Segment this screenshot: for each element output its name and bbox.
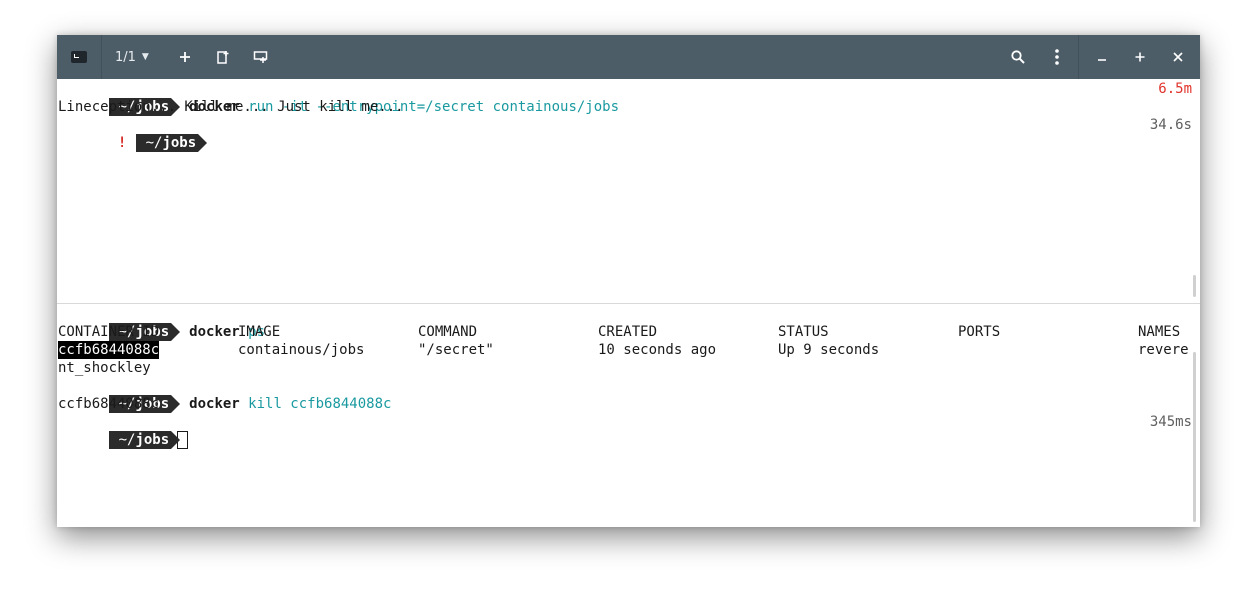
terminal-pane-top[interactable]: ~/jobs docker run -it --entrypoint=/secre… bbox=[57, 79, 1200, 303]
kebab-menu-icon bbox=[1055, 49, 1059, 65]
minimize-icon bbox=[1097, 52, 1107, 62]
column-header: PORTS bbox=[958, 324, 1001, 340]
command-line: ~/jobs docker kill ccfb6844088c bbox=[58, 377, 391, 413]
output-line: nt_shockley bbox=[58, 360, 151, 376]
table-cell: "/secret" bbox=[418, 342, 494, 358]
output-line: Lineception... Kill me... Just kill me..… bbox=[58, 99, 404, 115]
chevron-down-icon: ▼ bbox=[141, 52, 149, 62]
title-bar: 1/1 ▼ bbox=[57, 35, 1200, 79]
command-line: ~/jobs docker ps bbox=[58, 305, 265, 341]
column-header: IMAGE bbox=[238, 324, 281, 340]
maximize-button[interactable] bbox=[1130, 35, 1150, 79]
column-header: NAMES bbox=[1138, 324, 1181, 340]
tab-switcher[interactable]: 1/1 ▼ bbox=[115, 35, 161, 79]
plus-icon bbox=[179, 51, 191, 63]
split-vertical-icon bbox=[216, 50, 230, 64]
command-name: docker bbox=[189, 396, 240, 412]
search-button[interactable] bbox=[1008, 35, 1028, 79]
table-cell: 10 seconds ago bbox=[598, 342, 717, 358]
terminal-icon[interactable] bbox=[69, 35, 89, 79]
elapsed-time: 34.6s bbox=[1149, 117, 1192, 133]
elapsed-time: 345ms bbox=[1149, 414, 1192, 430]
minimize-button[interactable] bbox=[1092, 35, 1112, 79]
close-icon bbox=[1173, 52, 1183, 62]
table-cell: Up 9 seconds bbox=[778, 342, 880, 358]
elapsed-time: 6.5m bbox=[1158, 81, 1192, 97]
tab-counter-label: 1/1 bbox=[115, 49, 136, 65]
table-row: ccfb6844088c containous/jobs "/secret" 1… bbox=[58, 341, 1193, 359]
error-status-indicator: ! bbox=[117, 135, 127, 151]
prompt-line[interactable]: ~/jobs bbox=[58, 413, 189, 449]
column-header: COMMAND bbox=[418, 324, 478, 340]
titlebar-divider bbox=[101, 35, 102, 79]
column-header: STATUS bbox=[778, 324, 829, 340]
maximize-icon bbox=[1135, 52, 1145, 62]
titlebar-divider bbox=[1078, 35, 1079, 79]
command-line: ~/jobs docker run -it --entrypoint=/secre… bbox=[58, 80, 619, 116]
table-cell: revere bbox=[1138, 342, 1189, 358]
output-line: ccfb6844088c bbox=[58, 396, 160, 412]
command-args: kill ccfb6844088c bbox=[239, 396, 392, 412]
table-cell: containous/jobs bbox=[238, 342, 365, 358]
scrollbar[interactable] bbox=[1193, 352, 1196, 522]
scrollbar[interactable] bbox=[1193, 275, 1196, 297]
prompt-segment: ~/jobs bbox=[135, 134, 207, 152]
prompt-line: ! ~/jobs bbox=[58, 116, 207, 152]
terminal-window: 1/1 ▼ ~/jobs docker run -it --entrypoint… bbox=[57, 35, 1200, 527]
menu-button[interactable] bbox=[1047, 35, 1067, 79]
column-header: CREATED bbox=[598, 324, 658, 340]
close-button[interactable] bbox=[1168, 35, 1188, 79]
column-header: CONTAINER ID bbox=[58, 324, 160, 340]
split-horizontal-icon bbox=[253, 50, 269, 64]
search-icon bbox=[1011, 50, 1025, 64]
new-tab-button[interactable] bbox=[175, 35, 195, 79]
terminal-pane-bottom[interactable]: ~/jobs docker ps CONTAINER ID IMAGE COMMA… bbox=[57, 304, 1200, 527]
table-cell-container-id[interactable]: ccfb6844088c bbox=[58, 341, 160, 359]
prompt-segment: ~/jobs bbox=[108, 431, 180, 449]
split-vertical-button[interactable] bbox=[213, 35, 233, 79]
table-header-row: CONTAINER ID IMAGE COMMAND CREATED STATU… bbox=[58, 323, 1193, 341]
split-horizontal-button[interactable] bbox=[250, 35, 272, 79]
